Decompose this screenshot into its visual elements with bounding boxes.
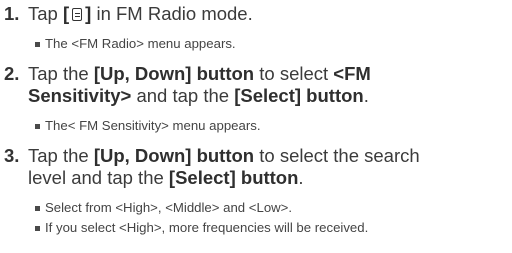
step-text-segment: to select the search <box>254 145 420 166</box>
step-text-segment: . <box>298 167 304 188</box>
step-number: 3. <box>4 145 20 166</box>
step-number: 1. <box>4 3 20 24</box>
note-text: If you select <High>, more frequencies w… <box>45 220 369 235</box>
note-text: The <FM Radio> menu appears. <box>45 36 236 51</box>
step-text-segment: to select <box>254 63 334 84</box>
step-number: 2. <box>4 63 20 84</box>
button-name-select: [Select] button <box>168 167 299 188</box>
menu-name-fm-sensitivity-part2: Sensitivity> <box>28 85 132 106</box>
step-text-segment: level and tap the <box>28 167 169 188</box>
step-text-segment: in FM Radio mode. <box>91 3 253 24</box>
note-text: Select from <High>, <Middle> and <Low>. <box>45 200 293 215</box>
note-text: The< FM Sensitivity> menu appears. <box>45 118 261 133</box>
menu-name-fm-sensitivity-part1: <FM <box>333 63 371 84</box>
button-name-up-down: [Up, Down] button <box>93 63 255 84</box>
bullet-square-icon <box>35 124 40 129</box>
bracket-open: [ <box>62 3 70 24</box>
step-2-text-cont: Sensitivity> and tap the [Select] button… <box>28 85 369 107</box>
step-3-text: Tap the [Up, Down] button to select the … <box>28 145 420 167</box>
button-name-select: [Select] button <box>234 85 364 106</box>
step-text-segment: Tap the <box>28 145 94 166</box>
step-2-text: Tap the [Up, Down] button to select <FM <box>28 63 371 85</box>
step-text-segment: and tap the <box>131 85 235 106</box>
bullet-square-icon <box>35 206 40 211</box>
bullet-square-icon <box>35 226 40 231</box>
button-name-up-down: [Up, Down] button <box>93 145 255 166</box>
step-3-text-cont: level and tap the [Select] button. <box>28 167 304 189</box>
bullet-square-icon <box>35 42 40 47</box>
step-1-text: Tap [] in FM Radio mode. <box>28 3 253 25</box>
step-text-segment: Tap <box>28 3 63 24</box>
step-text-segment: Tap the <box>28 63 94 84</box>
step-text-segment: . <box>363 85 369 106</box>
menu-icon <box>72 8 83 21</box>
